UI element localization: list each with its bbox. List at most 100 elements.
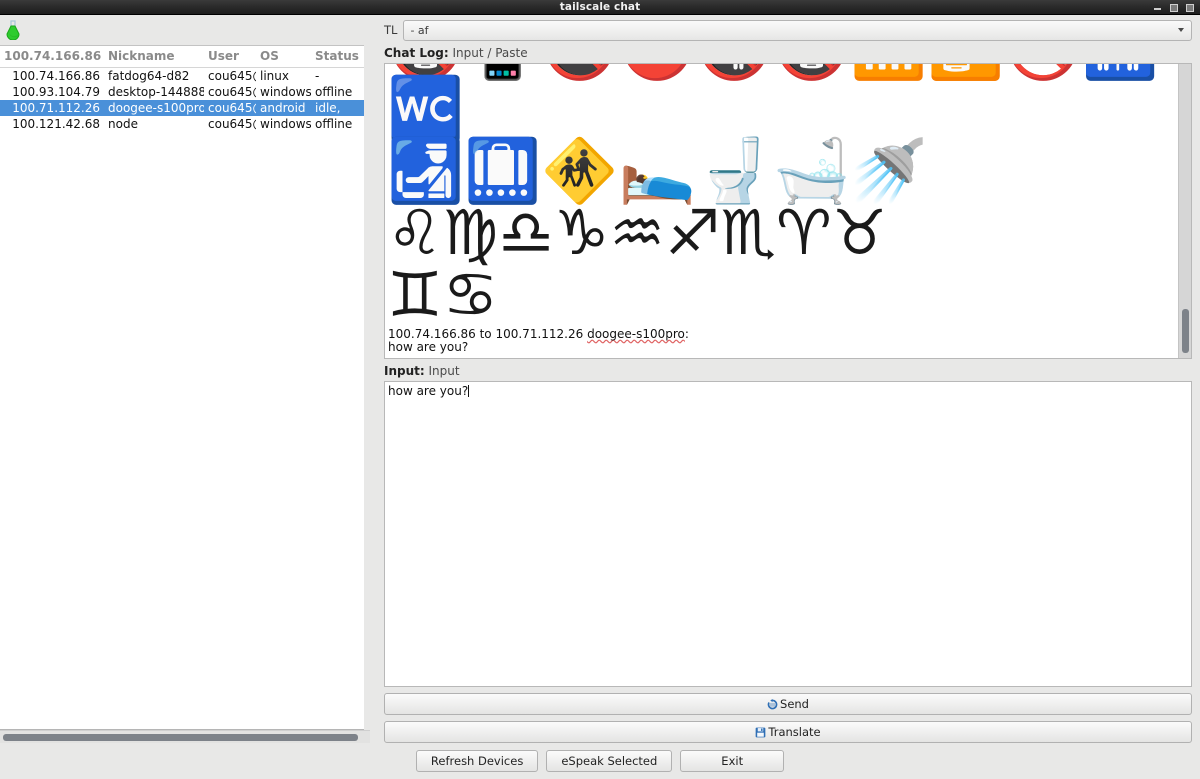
refresh-cycle-icon [767,698,778,710]
cell-ip: 100.93.104.79 [12,85,100,99]
chat-log-emoji-content: 📵📱🚭⛔🚯📵📶📴🚫🚻🚾🛃🛄🚸🛌🚽🛁🚿♌♍♎♑♒♐♏♈♉♊♋ [385,64,1178,326]
exit-button[interactable]: Exit [680,750,785,772]
refresh-devices-button[interactable]: Refresh Devices [415,750,539,772]
app-root: 100.74.166.86 Nickname User OS Status 10… [0,15,1200,779]
table-row[interactable]: 100.121.42.68 node cou645@ windows offline [0,116,364,132]
chat-log-header: Chat Log: Input / Paste [378,41,1200,63]
column-header-status[interactable]: Status [311,46,364,68]
emoji-glyph: 🚿 [850,134,928,207]
cell-ip: 100.74.166.86 [12,69,100,83]
cell-user: cou645@ [204,100,256,116]
table-row[interactable]: 100.71.112.26doogee-s100procou645@androi… [0,100,364,116]
table-row[interactable]: 100.74.166.86 fatdog64-d82 cou645@ linux - [0,68,364,85]
hscrollbar-thumb[interactable] [3,734,358,741]
tl-label: TL [384,23,398,37]
chat-message-body: how are you? [388,340,469,354]
translate-language-row: TL - af [378,15,1200,41]
emoji-glyph: 🚫 [1005,64,1082,78]
devices-table[interactable]: 100.74.166.86 Nickname User OS Status 10… [0,46,364,132]
column-header-user[interactable]: User [204,46,256,68]
bottom-button-bar: Refresh Devices eSpeak Selected Exit [0,743,1200,779]
chat-panel: TL - af Chat Log: Input / Paste 📵📱🚭⛔🚯📵📶📴… [378,15,1200,743]
emoji-glyph: ♌ [387,196,443,269]
emoji-glyph: 🛄 [464,134,542,207]
close-button[interactable] [1185,3,1194,12]
cell-user: cou645@ [208,85,256,99]
emoji-row: ♌♍♎♑♒♐♏♈♉ [387,202,1178,264]
emoji-glyph: ♉ [831,196,888,269]
main-content: 100.74.166.86 Nickname User OS Status 10… [0,15,1200,743]
window-titlebar[interactable]: tailscale chat [0,0,1200,15]
chevron-down-icon [1178,28,1184,32]
chat-log-body[interactable]: 📵📱🚭⛔🚯📵📶📴🚫🚻🚾🛃🛄🚸🛌🚽🛁🚿♌♍♎♑♒♐♏♈♉♊♋ 100.74.166… [385,64,1178,358]
green-flask-icon [4,20,22,41]
language-select[interactable]: - af [403,19,1192,41]
emoji-glyph: 🛌 [618,134,696,207]
column-header-os[interactable]: OS [256,46,311,68]
save-floppy-icon [755,727,766,738]
cell-user: cou645@ [208,69,256,83]
text-caret [468,385,470,397]
send-button-label: Send [780,697,809,711]
cell-os: android [256,100,311,116]
input-sublabel: Input [428,364,460,378]
maximize-button[interactable] [1169,3,1178,12]
column-header-nickname[interactable]: Nickname [104,46,204,68]
emoji-glyph: ⛔ [619,64,696,78]
cell-nickname: fatdog64-d82 [108,69,190,83]
emoji-glyph: ♒ [609,196,665,269]
emoji-glyph: 🛁 [773,134,851,207]
cell-user: cou645@ [208,117,256,131]
chat-log-label: Chat Log: [384,46,449,60]
emoji-glyph: ♊ [387,258,443,331]
emoji-glyph: 📵 [773,64,850,78]
column-header-ip[interactable]: 100.74.166.86 [0,46,104,68]
chat-log-box[interactable]: 📵📱🚭⛔🚯📵📶📴🚫🚻🚾🛃🛄🚸🛌🚽🛁🚿♌♍♎♑♒♐♏♈♉♊♋ 100.74.166… [384,63,1192,359]
chat-message-peer: doogee-s100pro [587,327,685,341]
emoji-glyph: 🚻 [1082,64,1159,78]
emoji-glyph: 📴 [927,64,1004,78]
translate-button[interactable]: Translate [384,721,1192,743]
chat-message-colon: : [684,327,689,341]
emoji-glyph: 🚭 [541,64,618,78]
emoji-glyph: ♐ [664,196,721,269]
emoji-glyph: 📶 [850,64,927,78]
emoji-glyph: ♏ [720,196,777,269]
emoji-glyph: ♋ [442,258,499,331]
input-label: Input: [384,364,425,378]
devices-panel: 100.74.166.86 Nickname User OS Status 10… [0,15,370,743]
devices-table-container[interactable]: 100.74.166.86 Nickname User OS Status 10… [0,45,364,730]
emoji-glyph: 🚾 [387,72,465,145]
cell-os: windows [260,85,311,99]
cell-ip: 100.71.112.26 [0,100,104,116]
vscrollbar-thumb[interactable] [1182,309,1189,353]
table-row[interactable]: 100.93.104.79 desktop-144888-toc cou645@ wi… [0,84,364,100]
window-controls [1153,0,1194,15]
emoji-glyph: 🚸 [541,134,619,207]
panel-splitter[interactable] [370,15,378,743]
chat-log-sublabel: Input / Paste [452,46,528,60]
minimize-button[interactable] [1153,3,1162,12]
message-input[interactable]: how are you? [384,381,1192,687]
chatlog-vscrollbar[interactable] [1178,64,1191,358]
send-button[interactable]: Send [384,693,1192,715]
chat-message-route: 100.74.166.86 to 100.71.112.26 [388,327,588,341]
cell-ip: 100.121.42.68 [12,117,100,131]
cell-nickname: doogee-s100pro [104,100,204,116]
devices-table-header: 100.74.166.86 Nickname User OS Status [0,46,364,68]
status-icon-row [0,15,370,45]
language-select-value: - af [410,23,429,37]
translate-button-label: Translate [768,725,821,739]
cell-status: idle, [311,100,364,116]
cell-status: offline [315,85,353,99]
emoji-glyph: ♑ [553,196,610,269]
chat-message-header: 100.74.166.86 to 100.71.112.26 doogee-s1… [388,328,1178,341]
emoji-glyph: ♍ [442,196,499,269]
left-panel-hscrollbar[interactable] [0,730,370,743]
emoji-row: 🛃🛄🚸🛌🚽🛁🚿 [387,140,1178,202]
espeak-selected-button[interactable]: eSpeak Selected [546,750,673,772]
emoji-glyph: 🚽 [695,134,774,207]
cell-status: offline [315,117,353,131]
input-header: Input: Input [378,359,1200,381]
emoji-row: 📵📱🚭⛔🚯📵📶📴🚫🚻🚾 [387,64,1178,140]
